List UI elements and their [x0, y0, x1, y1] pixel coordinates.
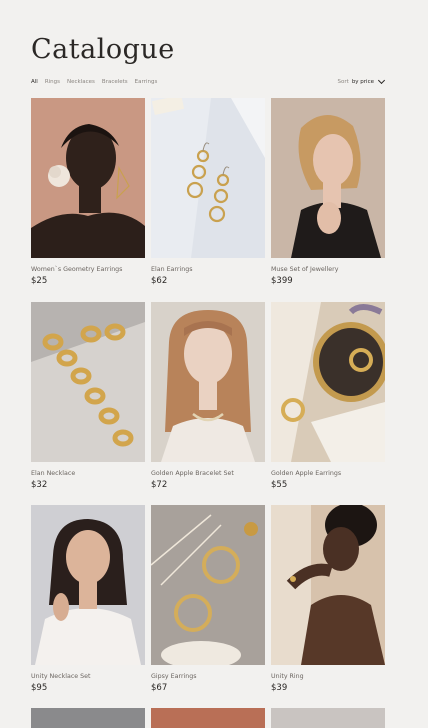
chevron-down-icon	[377, 76, 386, 85]
product-name[interactable]: Golden Apple Earrings	[271, 470, 385, 477]
filter-bracelets[interactable]: Bracelets	[102, 79, 128, 85]
product-card[interactable]: Women`s Geometry Earrings $25	[31, 98, 145, 286]
product-card[interactable]: Unity Ring $39	[271, 505, 385, 693]
product-name[interactable]: Elan Necklace	[31, 470, 145, 477]
sort-label: Sort	[337, 79, 349, 85]
product-image[interactable]	[31, 302, 145, 462]
product-name[interactable]: Unity Necklace Set	[31, 673, 145, 680]
sort-value: by price	[351, 79, 374, 85]
product-name[interactable]: Women`s Geometry Earrings	[31, 266, 145, 273]
product-image[interactable]	[31, 505, 145, 665]
product-price: $72	[151, 480, 168, 490]
filter-all[interactable]: All	[31, 79, 38, 85]
product-price: $62	[151, 276, 168, 286]
filter-necklaces[interactable]: Necklaces	[67, 79, 95, 85]
product-image[interactable]	[31, 98, 145, 258]
product-name[interactable]: Unity Ring	[271, 673, 385, 680]
product-card[interactable]: Unity Necklace Set $95	[31, 505, 145, 693]
product-image[interactable]	[151, 708, 265, 728]
product-name[interactable]: Gipsy Earrings	[151, 673, 265, 680]
product-card[interactable]: Elan Necklace $32	[31, 302, 145, 490]
product-price: $39	[271, 683, 288, 693]
product-image[interactable]	[151, 302, 265, 462]
product-card[interactable]: Gipsy Earrings $67	[151, 505, 265, 693]
product-name[interactable]: Muse Set of Jewellery	[271, 266, 385, 273]
filter-tabs: All Rings Necklaces Bracelets Earrings	[31, 79, 157, 85]
product-image[interactable]	[271, 505, 385, 665]
sort-dropdown[interactable]: Sort by price	[337, 76, 386, 85]
product-image[interactable]	[271, 302, 385, 462]
product-price: $32	[31, 480, 48, 490]
product-price: $55	[271, 480, 288, 490]
product-card[interactable]: Elan Earrings $62	[151, 98, 265, 286]
product-card[interactable]: Golden Apple Earrings $55	[271, 302, 385, 490]
product-name[interactable]: Elan Earrings	[151, 266, 265, 273]
product-image[interactable]	[271, 98, 385, 258]
product-price: $67	[151, 683, 168, 693]
product-image[interactable]	[271, 708, 385, 728]
filter-earrings[interactable]: Earrings	[135, 79, 158, 85]
product-name[interactable]: Golden Apple Bracelet Set	[151, 470, 265, 477]
product-card[interactable]: Golden Apple Bracelet Set $72	[151, 302, 265, 490]
product-card[interactable]: Muse Set of Jewellery $399	[271, 98, 385, 286]
product-price: $25	[31, 276, 48, 286]
page-title: Catalogue	[31, 34, 175, 65]
product-price: $399	[271, 276, 293, 286]
product-price: $95	[31, 683, 48, 693]
product-image[interactable]	[151, 505, 265, 665]
product-image[interactable]	[151, 98, 265, 258]
product-image[interactable]	[31, 708, 145, 728]
filter-rings[interactable]: Rings	[45, 79, 60, 85]
